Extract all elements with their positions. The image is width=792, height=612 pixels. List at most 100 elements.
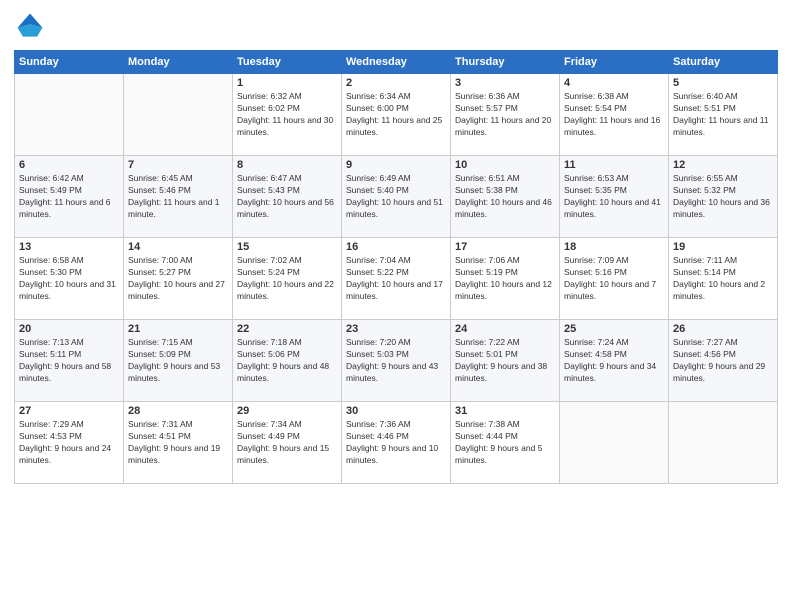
day-number: 23 xyxy=(346,323,446,335)
day-number: 15 xyxy=(237,241,337,253)
calendar-week-row: 6 Sunrise: 6:42 AMSunset: 5:49 PMDaylight… xyxy=(15,156,778,238)
day-detail: Sunrise: 6:36 AMSunset: 5:57 PMDaylight:… xyxy=(455,91,555,139)
weekday-header: Friday xyxy=(560,51,669,74)
day-number: 1 xyxy=(237,77,337,89)
day-number: 8 xyxy=(237,159,337,171)
day-detail: Sunrise: 6:47 AMSunset: 5:43 PMDaylight:… xyxy=(237,173,337,221)
day-detail: Sunrise: 7:36 AMSunset: 4:46 PMDaylight:… xyxy=(346,419,446,467)
day-detail: Sunrise: 7:34 AMSunset: 4:49 PMDaylight:… xyxy=(237,419,337,467)
day-detail: Sunrise: 7:31 AMSunset: 4:51 PMDaylight:… xyxy=(128,419,228,467)
calendar-week-row: 20 Sunrise: 7:13 AMSunset: 5:11 PMDayligh… xyxy=(15,320,778,402)
weekday-header: Monday xyxy=(124,51,233,74)
calendar-cell: 16 Sunrise: 7:04 AMSunset: 5:22 PMDayligh… xyxy=(342,238,451,320)
day-number: 7 xyxy=(128,159,228,171)
day-detail: Sunrise: 6:55 AMSunset: 5:32 PMDaylight:… xyxy=(673,173,773,221)
calendar-cell: 10Sunrise: 6:51 AMSunset: 5:38 PMDayligh… xyxy=(451,156,560,238)
weekday-header: Sunday xyxy=(15,51,124,74)
day-detail: Sunrise: 7:13 AMSunset: 5:11 PMDaylight:… xyxy=(19,337,119,385)
day-number: 19 xyxy=(673,241,773,253)
calendar-cell: 8 Sunrise: 6:47 AMSunset: 5:43 PMDaylight… xyxy=(233,156,342,238)
calendar-cell: 19 Sunrise: 7:11 AMSunset: 5:14 PMDayligh… xyxy=(669,238,778,320)
day-detail: Sunrise: 6:38 AMSunset: 5:54 PMDaylight:… xyxy=(564,91,664,139)
calendar-cell: 15 Sunrise: 7:02 AMSunset: 5:24 PMDayligh… xyxy=(233,238,342,320)
day-number: 16 xyxy=(346,241,446,253)
day-detail: Sunrise: 7:29 AMSunset: 4:53 PMDaylight:… xyxy=(19,419,119,467)
day-detail: Sunrise: 7:20 AMSunset: 5:03 PMDaylight:… xyxy=(346,337,446,385)
calendar-cell: 22Sunrise: 7:18 AMSunset: 5:06 PMDayligh… xyxy=(233,320,342,402)
day-number: 3 xyxy=(455,77,555,89)
weekday-header: Saturday xyxy=(669,51,778,74)
calendar-cell: 24 Sunrise: 7:22 AMSunset: 5:01 PMDayligh… xyxy=(451,320,560,402)
day-detail: Sunrise: 7:06 AMSunset: 5:19 PMDaylight:… xyxy=(455,255,555,303)
calendar-cell: 3 Sunrise: 6:36 AMSunset: 5:57 PMDaylight… xyxy=(451,74,560,156)
day-detail: Sunrise: 7:00 AMSunset: 5:27 PMDaylight:… xyxy=(128,255,228,303)
day-number: 4 xyxy=(564,77,664,89)
calendar-cell: 20 Sunrise: 7:13 AMSunset: 5:11 PMDayligh… xyxy=(15,320,124,402)
day-number: 9 xyxy=(346,159,446,171)
day-number: 6 xyxy=(19,159,119,171)
day-number: 2 xyxy=(346,77,446,89)
day-detail: Sunrise: 7:24 AMSunset: 4:58 PMDaylight:… xyxy=(564,337,664,385)
day-detail: Sunrise: 6:58 AMSunset: 5:30 PMDaylight:… xyxy=(19,255,119,303)
day-number: 20 xyxy=(19,323,119,335)
calendar-page: SundayMondayTuesdayWednesdayThursdayFrid… xyxy=(0,0,792,612)
day-detail: Sunrise: 7:04 AMSunset: 5:22 PMDaylight:… xyxy=(346,255,446,303)
day-number: 24 xyxy=(455,323,555,335)
calendar-cell: 17 Sunrise: 7:06 AMSunset: 5:19 PMDayligh… xyxy=(451,238,560,320)
day-detail: Sunrise: 6:53 AMSunset: 5:35 PMDaylight:… xyxy=(564,173,664,221)
day-detail: Sunrise: 6:40 AMSunset: 5:51 PMDaylight:… xyxy=(673,91,773,139)
day-number: 22 xyxy=(237,323,337,335)
calendar-table: SundayMondayTuesdayWednesdayThursdayFrid… xyxy=(14,50,778,484)
day-detail: Sunrise: 6:42 AMSunset: 5:49 PMDaylight:… xyxy=(19,173,119,221)
calendar-cell: 29 Sunrise: 7:34 AMSunset: 4:49 PMDayligh… xyxy=(233,402,342,484)
day-number: 28 xyxy=(128,405,228,417)
calendar-cell: 30 Sunrise: 7:36 AMSunset: 4:46 PMDayligh… xyxy=(342,402,451,484)
day-number: 17 xyxy=(455,241,555,253)
logo xyxy=(14,10,50,42)
day-number: 14 xyxy=(128,241,228,253)
day-detail: Sunrise: 6:45 AMSunset: 5:46 PMDaylight:… xyxy=(128,173,228,221)
day-detail: Sunrise: 7:22 AMSunset: 5:01 PMDaylight:… xyxy=(455,337,555,385)
calendar-cell: 6 Sunrise: 6:42 AMSunset: 5:49 PMDaylight… xyxy=(15,156,124,238)
calendar-cell: 25 Sunrise: 7:24 AMSunset: 4:58 PMDayligh… xyxy=(560,320,669,402)
calendar-cell: 28 Sunrise: 7:31 AMSunset: 4:51 PMDayligh… xyxy=(124,402,233,484)
logo-icon xyxy=(14,10,46,42)
calendar-cell xyxy=(124,74,233,156)
calendar-cell: 9 Sunrise: 6:49 AMSunset: 5:40 PMDaylight… xyxy=(342,156,451,238)
calendar-week-row: 27Sunrise: 7:29 AMSunset: 4:53 PMDayligh… xyxy=(15,402,778,484)
day-detail: Sunrise: 7:38 AMSunset: 4:44 PMDaylight:… xyxy=(455,419,555,467)
calendar-cell: 7 Sunrise: 6:45 AMSunset: 5:46 PMDaylight… xyxy=(124,156,233,238)
weekday-header: Wednesday xyxy=(342,51,451,74)
day-number: 21 xyxy=(128,323,228,335)
calendar-cell: 13 Sunrise: 6:58 AMSunset: 5:30 PMDayligh… xyxy=(15,238,124,320)
calendar-cell: 31 Sunrise: 7:38 AMSunset: 4:44 PMDayligh… xyxy=(451,402,560,484)
day-number: 26 xyxy=(673,323,773,335)
day-detail: Sunrise: 7:27 AMSunset: 4:56 PMDaylight:… xyxy=(673,337,773,385)
day-detail: Sunrise: 6:49 AMSunset: 5:40 PMDaylight:… xyxy=(346,173,446,221)
calendar-week-row: 13 Sunrise: 6:58 AMSunset: 5:30 PMDayligh… xyxy=(15,238,778,320)
day-number: 13 xyxy=(19,241,119,253)
calendar-cell: 18Sunrise: 7:09 AMSunset: 5:16 PMDayligh… xyxy=(560,238,669,320)
calendar-cell: 2 Sunrise: 6:34 AMSunset: 6:00 PMDaylight… xyxy=(342,74,451,156)
calendar-cell: 11 Sunrise: 6:53 AMSunset: 5:35 PMDayligh… xyxy=(560,156,669,238)
day-number: 30 xyxy=(346,405,446,417)
day-detail: Sunrise: 7:02 AMSunset: 5:24 PMDaylight:… xyxy=(237,255,337,303)
calendar-cell: 27Sunrise: 7:29 AMSunset: 4:53 PMDayligh… xyxy=(15,402,124,484)
day-number: 25 xyxy=(564,323,664,335)
calendar-cell: 14 Sunrise: 7:00 AMSunset: 5:27 PMDayligh… xyxy=(124,238,233,320)
day-number: 31 xyxy=(455,405,555,417)
day-number: 29 xyxy=(237,405,337,417)
calendar-cell: 5 Sunrise: 6:40 AMSunset: 5:51 PMDaylight… xyxy=(669,74,778,156)
day-number: 11 xyxy=(564,159,664,171)
calendar-cell xyxy=(669,402,778,484)
day-number: 10 xyxy=(455,159,555,171)
day-detail: Sunrise: 7:09 AMSunset: 5:16 PMDaylight:… xyxy=(564,255,664,303)
day-detail: Sunrise: 7:11 AMSunset: 5:14 PMDaylight:… xyxy=(673,255,773,303)
day-detail: Sunrise: 7:15 AMSunset: 5:09 PMDaylight:… xyxy=(128,337,228,385)
weekday-header-row: SundayMondayTuesdayWednesdayThursdayFrid… xyxy=(15,51,778,74)
day-number: 5 xyxy=(673,77,773,89)
day-detail: Sunrise: 6:34 AMSunset: 6:00 PMDaylight:… xyxy=(346,91,446,139)
day-number: 12 xyxy=(673,159,773,171)
calendar-cell: 23 Sunrise: 7:20 AMSunset: 5:03 PMDayligh… xyxy=(342,320,451,402)
calendar-cell xyxy=(560,402,669,484)
